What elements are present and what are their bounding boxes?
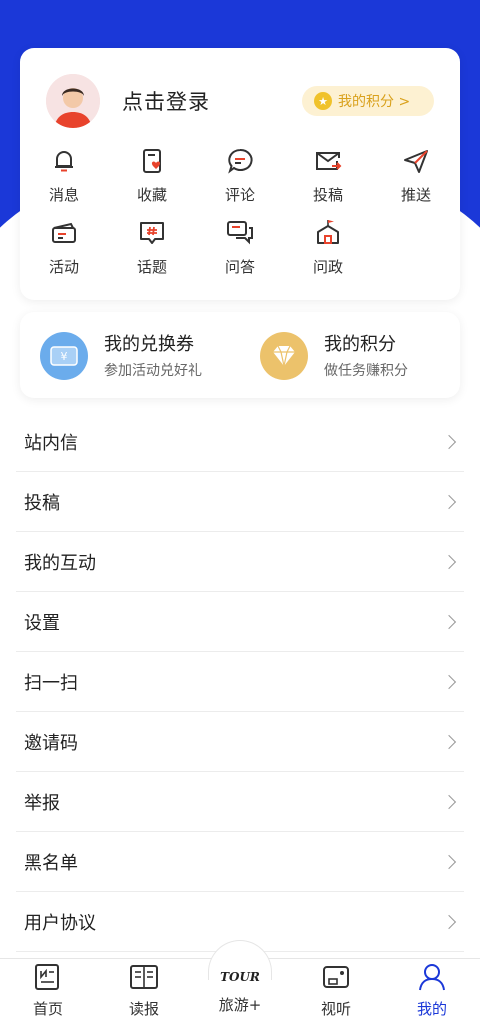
menu-item-label: 举报 bbox=[24, 792, 60, 814]
bell-icon bbox=[55, 151, 73, 172]
menu-item-label: 设置 bbox=[24, 612, 60, 634]
tour-logo-text: TOUR bbox=[220, 970, 260, 984]
video-icon bbox=[323, 966, 349, 988]
profile-card: 点击登录 ★ 我的积分 > 消息 收藏 评论 投稿 推送 活动 话题 问答 问政 bbox=[20, 48, 460, 300]
mail-send-icon bbox=[316, 152, 342, 170]
chevron-right-icon bbox=[441, 794, 457, 809]
menu-item-blacklist[interactable]: 黑名单 bbox=[16, 832, 464, 892]
menu-item-interactions[interactable]: 我的互动 bbox=[16, 532, 464, 592]
menu-item-report[interactable]: 举报 bbox=[16, 772, 464, 832]
grid-item-label: 收藏 bbox=[136, 186, 167, 204]
menu-item-label: 我的互动 bbox=[24, 552, 96, 574]
grid-item-label: 消息 bbox=[48, 186, 79, 204]
menu-item-label: 投稿 bbox=[24, 492, 60, 514]
grid-item-push[interactable]: 推送 bbox=[386, 146, 446, 205]
menu-item-scan[interactable]: 扫一扫 bbox=[16, 652, 464, 712]
tab-travel[interactable]: TOUR 旅游+ bbox=[200, 962, 280, 1015]
grid-item-label: 活动 bbox=[48, 258, 79, 276]
newspaper-icon bbox=[35, 964, 59, 990]
tab-label: 我的 bbox=[416, 1000, 447, 1018]
comment-icon bbox=[228, 148, 253, 174]
reader-icon bbox=[130, 965, 158, 989]
tab-home[interactable]: 首页 bbox=[8, 962, 88, 1018]
menu-item-label: 邀请码 bbox=[24, 732, 78, 754]
settings-menu: 站内信 投稿 我的互动 设置 扫一扫 邀请码 举报 黑名单 用户协议 bbox=[16, 412, 464, 952]
menu-item-inbox[interactable]: 站内信 bbox=[16, 412, 464, 472]
bookmark-heart-icon bbox=[143, 149, 161, 173]
coupon-icon[interactable]: ¥ bbox=[40, 332, 88, 380]
tab-label: 旅游+ bbox=[218, 996, 262, 1014]
tab-video[interactable]: 视听 bbox=[296, 962, 376, 1018]
login-link[interactable]: 点击登录 bbox=[122, 86, 210, 116]
grid-item-label: 问政 bbox=[312, 258, 343, 276]
tab-label: 读报 bbox=[128, 1000, 159, 1018]
qa-icon bbox=[227, 221, 253, 245]
menu-item-label: 站内信 bbox=[24, 432, 78, 454]
coupon-symbol: ¥ bbox=[61, 350, 68, 363]
grid-item-label: 投稿 bbox=[312, 186, 343, 204]
grid-item-submit[interactable]: 投稿 bbox=[298, 146, 358, 205]
grid-item-favorites[interactable]: 收藏 bbox=[122, 146, 182, 205]
grid-item-topics[interactable]: 话题 bbox=[122, 218, 182, 277]
chevron-right-icon bbox=[441, 554, 457, 569]
grid-item-qa[interactable]: 问答 bbox=[210, 218, 270, 277]
grid-item-activities[interactable]: 活动 bbox=[34, 218, 94, 277]
grid-item-comments[interactable]: 评论 bbox=[210, 146, 270, 205]
send-icon bbox=[404, 150, 428, 173]
menu-item-label: 黑名单 bbox=[24, 852, 78, 874]
chevron-right-icon bbox=[441, 614, 457, 629]
hashtag-icon bbox=[140, 222, 164, 244]
tour-logo-icon: TOUR bbox=[210, 962, 270, 992]
chevron-right-icon bbox=[441, 914, 457, 929]
coupon-subtitle: 参加活动兑好礼 bbox=[104, 363, 202, 379]
avatar[interactable] bbox=[46, 74, 100, 128]
points-subtitle: 做任务赚积分 bbox=[324, 363, 408, 379]
ticket-icon bbox=[52, 222, 76, 243]
chevron-right-icon bbox=[441, 854, 457, 869]
points-button-label: 我的积分 > bbox=[338, 94, 411, 110]
points-button[interactable]: ★ 我的积分 > bbox=[302, 86, 434, 116]
menu-item-settings[interactable]: 设置 bbox=[16, 592, 464, 652]
coin-icon: ★ bbox=[314, 92, 332, 110]
building-flag-icon bbox=[317, 220, 339, 244]
chevron-right-icon bbox=[441, 434, 457, 449]
chevron-right-icon bbox=[441, 494, 457, 509]
chevron-right-icon bbox=[441, 674, 457, 689]
grid-item-politics[interactable]: 问政 bbox=[298, 218, 358, 277]
grid-item-label: 话题 bbox=[136, 258, 167, 276]
menu-item-label: 扫一扫 bbox=[24, 672, 78, 694]
diamond-icon[interactable] bbox=[260, 332, 308, 380]
menu-item-invite-code[interactable]: 邀请码 bbox=[16, 712, 464, 772]
tab-reader[interactable]: 读报 bbox=[104, 962, 184, 1018]
points-title[interactable]: 我的积分 bbox=[324, 330, 396, 356]
coupon-title[interactable]: 我的兑换券 bbox=[104, 330, 194, 356]
grid-item-label: 评论 bbox=[224, 186, 255, 204]
grid-item-label: 问答 bbox=[224, 258, 255, 276]
tab-label: 首页 bbox=[32, 1000, 63, 1018]
grid-item-label: 推送 bbox=[400, 186, 431, 204]
rewards-card: ¥ 我的兑换券 参加活动兑好礼 我的积分 做任务赚积分 bbox=[20, 312, 460, 398]
menu-item-submit[interactable]: 投稿 bbox=[16, 472, 464, 532]
user-icon bbox=[419, 964, 445, 991]
menu-item-label: 用户协议 bbox=[24, 912, 96, 934]
chevron-right-icon bbox=[441, 734, 457, 749]
grid-item-messages[interactable]: 消息 bbox=[34, 146, 94, 205]
tab-label: 视听 bbox=[320, 1000, 351, 1018]
tab-me[interactable]: 我的 bbox=[392, 962, 472, 1018]
